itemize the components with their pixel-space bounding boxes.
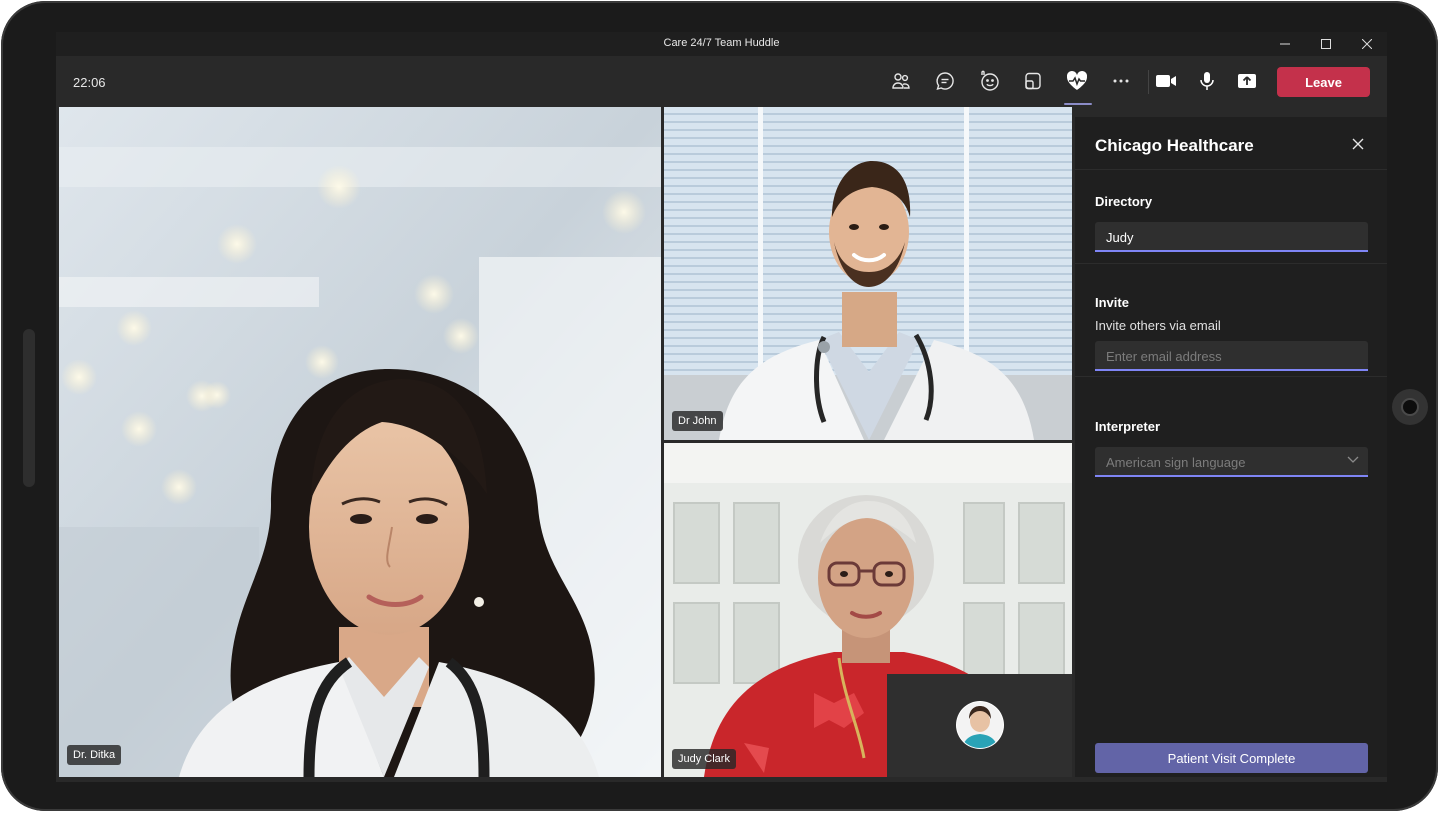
tablet-frame: Care 24/7 Team Huddle 22:06 Leave Dr. Di… xyxy=(1,1,1438,811)
section-divider xyxy=(1075,263,1387,264)
minimize-icon[interactable] xyxy=(1264,32,1305,56)
meeting-toolbar: 22:06 Leave xyxy=(56,56,1387,107)
self-view-avatar xyxy=(956,701,1004,749)
window-controls xyxy=(1264,32,1387,56)
leave-button[interactable]: Leave xyxy=(1277,67,1370,97)
tablet-camera xyxy=(1392,389,1428,425)
section-divider xyxy=(1075,376,1387,377)
camera-icon[interactable] xyxy=(1153,68,1179,94)
video-tile-judy-clark[interactable]: Judy Clark xyxy=(664,443,1072,777)
participant-name-tag: Judy Clark xyxy=(672,749,736,769)
interpreter-label: Interpreter xyxy=(1095,419,1161,434)
email-field[interactable]: Enter email address xyxy=(1095,341,1368,371)
directory-search-input[interactable]: Judy xyxy=(1095,222,1368,252)
panel-header: Chicago Healthcare xyxy=(1075,117,1387,170)
tablet-side-button xyxy=(23,329,35,487)
chicago-healthcare-panel: Chicago Healthcare Directory Judy Invite… xyxy=(1075,117,1387,777)
maximize-icon[interactable] xyxy=(1305,32,1346,56)
invite-label: Invite xyxy=(1095,295,1129,310)
dr-john-video-feed xyxy=(664,107,1072,440)
chevron-down-icon xyxy=(1347,456,1359,463)
self-view-tile[interactable] xyxy=(887,674,1072,777)
share-screen-icon[interactable] xyxy=(1234,68,1260,94)
interpreter-selected-value: American sign language xyxy=(1106,455,1246,470)
microphone-icon[interactable] xyxy=(1194,68,1220,94)
dr-ditka-video-feed xyxy=(59,107,661,777)
teams-meeting-window: Care 24/7 Team Huddle 22:06 Leave Dr. Di… xyxy=(56,32,1387,782)
participant-name-tag: Dr. Ditka xyxy=(67,745,122,765)
window-title: Care 24/7 Team Huddle xyxy=(663,37,780,49)
video-tile-dr-john[interactable]: Dr John xyxy=(664,107,1072,440)
participants-icon[interactable] xyxy=(888,68,914,94)
video-tile-dr-ditka[interactable]: Dr. Ditka xyxy=(59,107,661,777)
more-options-icon[interactable] xyxy=(1108,68,1134,94)
interpreter-select[interactable]: American sign language xyxy=(1095,447,1368,477)
chat-icon[interactable] xyxy=(932,68,958,94)
close-icon[interactable] xyxy=(1351,137,1365,151)
share-tray-icon[interactable] xyxy=(1020,68,1046,94)
meeting-timer: 22:06 xyxy=(73,75,106,90)
panel-title: Chicago Healthcare xyxy=(1095,136,1254,155)
video-stage: Dr. Ditka Dr John Judy Clark xyxy=(59,107,1072,777)
participant-name-tag: Dr John xyxy=(672,411,723,431)
close-window-icon[interactable] xyxy=(1346,32,1387,56)
health-app-icon[interactable] xyxy=(1064,68,1090,94)
reactions-icon[interactable] xyxy=(976,68,1002,94)
invite-subtitle: Invite others via email xyxy=(1095,318,1221,333)
toolbar-separator xyxy=(1148,70,1149,94)
directory-label: Directory xyxy=(1095,194,1153,209)
title-bar: Care 24/7 Team Huddle xyxy=(56,32,1387,56)
active-app-indicator xyxy=(1064,103,1092,105)
patient-visit-complete-button[interactable]: Patient Visit Complete xyxy=(1095,743,1368,773)
